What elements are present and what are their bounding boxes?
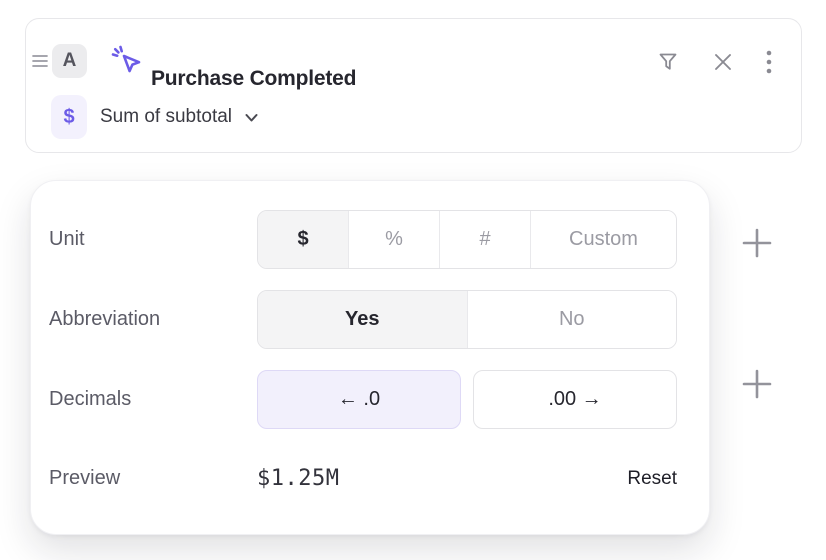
abbreviation-row-label: Abbreviation [49,308,257,331]
metric-unit-icon: $ [51,95,87,139]
drag-handle-icon[interactable] [30,52,50,70]
preview-row: Preview $1.25M Reset [49,449,677,508]
unit-option-dollar[interactable]: $ [258,211,349,268]
unit-row-label: Unit [49,228,257,251]
abbreviation-segmented-control: Yes No [257,290,677,349]
abbreviation-option-yes[interactable]: Yes [258,291,468,348]
preview-row-label: Preview [49,467,257,490]
decimals-row-label: Decimals [49,388,257,411]
filter-icon[interactable] [655,49,681,75]
abbreviation-option-no[interactable]: No [468,291,677,348]
unit-row: Unit $ % # Custom [49,210,677,269]
decrease-decimals-button[interactable]: ← .0 [257,370,461,429]
unit-option-number[interactable]: # [440,211,531,268]
click-event-icon [110,44,144,78]
abbreviation-row: Abbreviation Yes No [49,290,677,349]
number-format-panel: Unit $ % # Custom Abbreviation Yes No De… [30,180,710,535]
unit-option-custom[interactable]: Custom [531,211,676,268]
unit-segmented-control: $ % # Custom [257,210,677,269]
close-icon[interactable] [711,50,735,74]
event-card-actions [655,49,773,75]
preview-value: $1.25M [257,466,339,491]
add-button-bottom[interactable] [740,367,774,401]
event-card: A Purchase Completed [25,18,802,153]
increase-decimals-button[interactable]: .00 → [473,370,677,429]
metric-label: Sum of subtotal [100,106,232,128]
decimals-controls: ← .0 .00 → [257,370,677,429]
metric-selector[interactable]: Sum of subtotal [100,106,260,128]
event-position-badge: A [52,44,87,78]
chevron-down-icon [243,109,260,126]
reset-button[interactable]: Reset [627,468,677,490]
unit-option-percent[interactable]: % [349,211,440,268]
canvas: A Purchase Completed [0,0,826,560]
event-title[interactable]: Purchase Completed [151,67,356,91]
more-menu-icon[interactable] [765,49,773,75]
add-button-top[interactable] [740,226,774,260]
decimals-row: Decimals ← .0 .00 → [49,370,677,429]
